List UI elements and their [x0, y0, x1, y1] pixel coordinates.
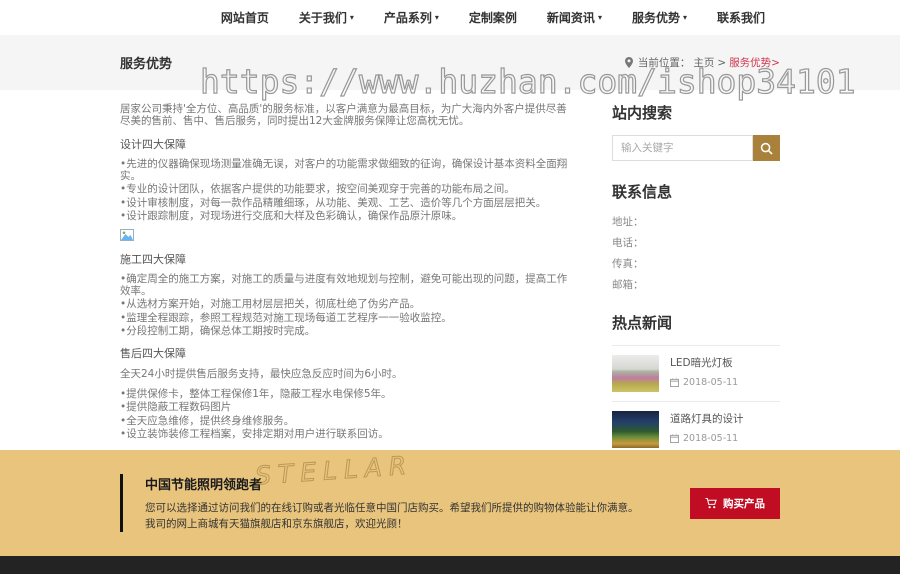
buy-button-label: 购买产品 [723, 497, 765, 510]
news-thumbnail[interactable] [612, 411, 659, 448]
bullet-item: •提供隐蔽工程数码图片 [120, 401, 232, 414]
breadcrumb: 当前位置： 主页 > 服务优势> [624, 55, 780, 70]
banner-text-block: 中国节能照明领跑者 您可以选择通过访问我们的在线订购或者光临任意中国门店购买。希… [120, 473, 645, 533]
news-title[interactable]: 道路灯具的设计 [670, 413, 744, 426]
news-body: 道路灯具的设计 2018-05-11 [670, 411, 744, 448]
bullet-list: •提供保修卡，整体工程保修1年，隐蔽工程水电保修5年。 •提供隐蔽工程数码图片 •全… [120, 388, 576, 441]
main-nav: 网站首页 关于我们 ▾ 产品系列 ▾ 定制案例 新闻资讯 ▾ 服务优势 ▾ 联系… [120, 9, 780, 26]
nav-item[interactable]: 网站首页 [206, 9, 284, 26]
search-icon [760, 142, 773, 155]
bullet-list: •确定周全的施工方案，对施工的质量与进度有效地规划与控制，避免可能出现的问题，提… [120, 273, 576, 338]
nav-item-label: 关于我们 [298, 11, 347, 25]
news-date: 2018-05-11 [670, 433, 744, 444]
nav-item[interactable]: 产品系列 ▾ [369, 9, 454, 26]
news-thumbnail[interactable] [612, 355, 659, 392]
bullet-item: •全天应急维修，提供终身维修服务。 [120, 414, 295, 427]
nav-item-label: 服务优势 [631, 11, 680, 25]
cart-icon [705, 497, 717, 508]
banner-title: 中国节能照明领跑者 [145, 477, 263, 493]
bullet-item: •先进的仪器确保现场测量准确无误，对客户的功能需求做细致的征询，确保设计基本资料… [120, 157, 568, 183]
contact-section-title: 联系信息 [612, 183, 673, 201]
contact-list: 地址： 电话： 传真： 邮箱： [612, 214, 780, 292]
news-body: LED暗光灯板 2018-05-11 [670, 355, 738, 392]
news-section-title: 热点新闻 [612, 314, 673, 332]
breadcrumb-current-link[interactable]: 服务优势> [729, 55, 780, 70]
chevron-down-icon: ▾ [682, 13, 687, 22]
news-date-text: 2018-05-11 [683, 376, 739, 388]
chevron-down-icon: ▾ [597, 13, 602, 22]
chevron-down-icon: ▾ [349, 13, 354, 22]
nav-item-label: 定制案例 [468, 11, 517, 25]
news-list: LED暗光灯板 2018-05-11 道路灯具的设计 2018-05-11 现代… [612, 345, 780, 450]
main-area: 居家公司秉持'全方位、高品质'的服务标准，以客户满意为最高目标，为广大海内外客户… [120, 90, 780, 450]
contact-line: 传真： [612, 258, 644, 270]
bullet-item: •设计跟踪制度，对现场进行交底和大样及色彩确认，确保作品原汁原味。 [120, 210, 463, 223]
breadcrumb-label: 当前位置： [637, 57, 691, 69]
section-heading: 售后四大保障 [120, 347, 186, 361]
article-paragraph: 居家公司秉持'全方位、高品质'的服务标准，以客户满意为最高目标，为广大海内外客户… [120, 103, 567, 128]
nav-item[interactable]: 服务优势 ▾ [617, 9, 702, 26]
broken-image-icon [120, 228, 576, 243]
banner-description: 您可以选择通过访问我们的在线订购或者光临任意中国门店购买。希望我们所提供的购物体… [145, 501, 639, 530]
bullet-item: •设计审核制度，对每一款作品精雕细琢，从功能、美观、工艺、造价等几个方面层层把关… [120, 196, 547, 209]
breadcrumb-separator: > [717, 56, 727, 69]
promo-banner: STELLAR 中国节能照明领跑者 您可以选择通过访问我们的在线订购或者光临任意… [0, 450, 900, 556]
nav-item-label: 网站首页 [220, 11, 269, 25]
news-item[interactable]: 道路灯具的设计 2018-05-11 [612, 401, 780, 450]
search-section-title: 站内搜索 [612, 104, 673, 122]
sidebar: 站内搜索 联系信息 地址： 电话： 传真： 邮箱： 热点新闻 LED暗光灯板 2… [612, 96, 780, 450]
nav-item[interactable]: 联系我们 [702, 9, 780, 26]
article: 居家公司秉持'全方位、高品质'的服务标准，以客户满意为最高目标，为广大海内外客户… [120, 96, 576, 450]
section-heading: 施工四大保障 [120, 252, 186, 266]
news-item[interactable]: LED暗光灯板 2018-05-11 [612, 345, 780, 401]
breadcrumb-bar: 服务优势 当前位置： 主页 > 服务优势> [0, 35, 900, 90]
bullet-item: •提供保修卡，整体工程保修1年，隐蔽工程水电保修5年。 [120, 387, 392, 400]
bullet-item: •确定周全的施工方案，对施工的质量与进度有效地规划与控制，避免可能出现的问题，提… [120, 272, 568, 297]
bullet-item: •分段控制工期，确保总体工期按时完成。 [120, 325, 316, 338]
bullet-item: •监理全程跟踪，参照工程规范对施工现场每道工艺程序一一验收监控。 [120, 311, 452, 324]
footer [0, 556, 900, 574]
calendar-icon [670, 378, 679, 387]
search-box [612, 135, 780, 161]
bullet-list: •先进的仪器确保现场测量准确无误，对客户的功能需求做细致的征询，确保设计基本资料… [120, 158, 576, 223]
news-date-text: 2018-05-11 [683, 432, 739, 444]
bullet-item: •设立装饰装修工程档案，安排定期对用户进行联系回访。 [120, 427, 389, 440]
news-title[interactable]: LED暗光灯板 [670, 357, 738, 370]
search-button[interactable] [753, 135, 780, 161]
page-title: 服务优势 [120, 57, 173, 72]
top-nav-bar: 网站首页 关于我们 ▾ 产品系列 ▾ 定制案例 新闻资讯 ▾ 服务优势 ▾ 联系… [0, 0, 900, 35]
nav-item[interactable]: 关于我们 ▾ [284, 9, 369, 26]
breadcrumb-home-link[interactable]: 主页 [693, 55, 714, 70]
buy-product-button[interactable]: 购买产品 [690, 487, 780, 519]
bullet-item: •专业的设计团队，依据客户提供的功能要求，按空间美观穿于完善的功能布局之间。 [120, 183, 515, 196]
section-heading: 设计四大保障 [120, 137, 186, 151]
map-marker-icon [624, 57, 633, 68]
search-input[interactable] [612, 135, 753, 161]
nav-item-label: 新闻资讯 [546, 11, 595, 25]
chevron-down-icon: ▾ [434, 13, 439, 22]
nav-item[interactable]: 新闻资讯 ▾ [532, 9, 617, 26]
nav-item-label: 联系我们 [716, 11, 765, 25]
article-paragraph: 全天24小时提供售后服务支持，最快应急反应时间为6小时。 [120, 368, 403, 381]
contact-line: 电话： [612, 237, 644, 249]
nav-item[interactable]: 定制案例 [454, 9, 532, 26]
nav-item-label: 产品系列 [383, 11, 432, 25]
contact-line: 地址： [612, 216, 644, 228]
calendar-icon [670, 434, 679, 443]
bullet-item: •从选材方案开始，对施工用材层层把关，彻底杜绝了伪劣产品。 [120, 298, 421, 311]
contact-line: 邮箱： [612, 279, 644, 291]
news-date: 2018-05-11 [670, 377, 738, 388]
